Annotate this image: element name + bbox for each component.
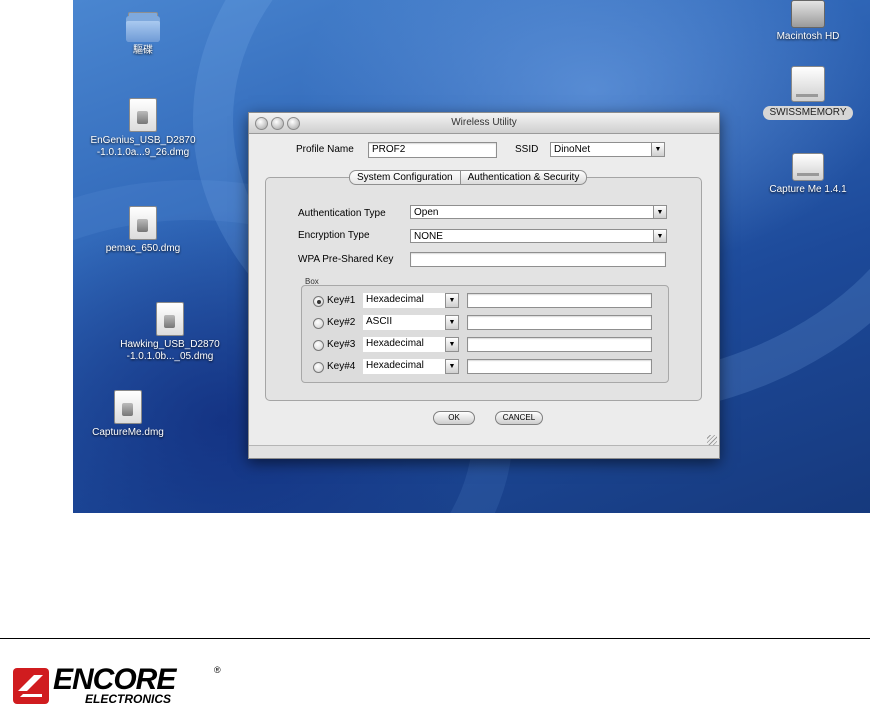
desktop-icon-label: Capture Me 1.4.1: [769, 184, 847, 195]
chevron-down-icon: ▼: [445, 293, 459, 308]
removable-drive-icon: [791, 66, 825, 102]
wpa-key-input[interactable]: [410, 252, 666, 267]
desktop-icon-label: 驅碟: [133, 45, 153, 56]
desktop-icon-hawking-dmg[interactable]: Hawking_USB_D2870 -1.0.1.0b..._05.dmg: [105, 302, 235, 363]
ssid-label: SSID: [515, 144, 539, 155]
ssid-select[interactable]: DinoNet ▼: [550, 142, 665, 157]
desktop-icon-swissmemory[interactable]: SWISSMEMORY: [753, 66, 863, 120]
encore-logo-mark-icon: [13, 668, 49, 704]
disk-image-icon: [129, 98, 157, 132]
encore-logo: ENCORE ® ELECTRONICS: [12, 665, 222, 709]
encore-logo-subtitle: ELECTRONICS: [85, 692, 172, 706]
desktop-icon-engenius-dmg[interactable]: EnGenius_USB_D2870 -1.0.1.0a...9_26.dmg: [78, 98, 208, 159]
key1-format-value: Hexadecimal: [366, 294, 424, 305]
auth-type-value: Open: [414, 207, 439, 218]
key4-input[interactable]: [467, 359, 652, 374]
key2-input[interactable]: [467, 315, 652, 330]
disk-image-icon: [129, 206, 157, 240]
key3-label: Key#3: [327, 339, 356, 350]
chevron-down-icon: ▼: [445, 359, 459, 374]
desktop-icon-macintosh-hd[interactable]: Macintosh HD: [763, 0, 853, 43]
tab-system-configuration[interactable]: System Configuration: [349, 170, 461, 185]
chevron-down-icon: ▼: [653, 206, 666, 218]
desktop-icon-label: SWISSMEMORY: [763, 106, 853, 120]
profile-name-input[interactable]: PROF2: [368, 142, 497, 158]
key1-format-select[interactable]: Hexadecimal ▼: [363, 293, 459, 308]
registered-mark: ®: [214, 665, 221, 675]
ok-button[interactable]: OK: [433, 411, 475, 425]
window-titlebar[interactable]: Wireless Utility: [249, 113, 719, 134]
encore-logo-wordmark: ENCORE: [53, 663, 176, 696]
key2-format-select[interactable]: ASCII ▼: [363, 315, 459, 330]
desktop-icon-captureme-dmg[interactable]: CaptureMe.dmg: [78, 390, 178, 439]
key4-radio[interactable]: [313, 362, 324, 373]
wpa-key-label: WPA Pre-Shared Key: [298, 254, 394, 265]
desktop-icon-label: pemac_650.dmg: [105, 243, 181, 254]
hard-drive-icon: [791, 0, 825, 28]
key2-radio[interactable]: [313, 318, 324, 329]
desktop-icon-pemac-dmg[interactable]: pemac_650.dmg: [93, 206, 193, 255]
tab-bar: System Configuration Authentication & Se…: [349, 170, 588, 185]
desktop-icon-folder[interactable]: 驅碟: [113, 12, 173, 57]
desktop-icon-label: Hawking_USB_D2870 -1.0.1.0b..._05.dmg: [120, 339, 220, 362]
key3-radio[interactable]: [313, 340, 324, 351]
encryption-type-select[interactable]: NONE ▼: [410, 229, 667, 243]
folder-icon: [126, 12, 160, 42]
desktop-icon-capture-me[interactable]: Capture Me 1.4.1: [753, 153, 863, 196]
auth-type-label: Authentication Type: [298, 208, 386, 219]
resize-grip-icon[interactable]: [707, 435, 717, 445]
tab-authentication-security[interactable]: Authentication & Security: [460, 170, 588, 185]
key3-format-select[interactable]: Hexadecimal ▼: [363, 337, 459, 352]
cancel-button[interactable]: CANCEL: [495, 411, 543, 425]
key4-format-value: Hexadecimal: [366, 360, 424, 371]
key2-label: Key#2: [327, 317, 356, 328]
chevron-down-icon: ▼: [445, 337, 459, 352]
key3-format-value: Hexadecimal: [366, 338, 424, 349]
desktop-icon-label: Macintosh HD: [776, 31, 840, 42]
disk-image-icon: [114, 390, 142, 424]
key4-format-select[interactable]: Hexadecimal ▼: [363, 359, 459, 374]
profile-name-label: Profile Name: [296, 144, 354, 155]
wireless-utility-window: Wireless Utility Profile Name PROF2 SSID…: [248, 112, 720, 459]
encryption-type-value: NONE: [414, 231, 443, 242]
disk-image-icon: [156, 302, 184, 336]
desktop-icon-label: CaptureMe.dmg: [92, 427, 164, 438]
key1-radio[interactable]: [313, 296, 324, 307]
desktop-icon-label: EnGenius_USB_D2870 -1.0.1.0a...9_26.dmg: [90, 135, 196, 158]
ssid-value: DinoNet: [554, 144, 591, 155]
window-status-bar: [249, 445, 719, 458]
auth-type-select[interactable]: Open ▼: [410, 205, 667, 219]
key3-input[interactable]: [467, 337, 652, 352]
key1-label: Key#1: [327, 295, 356, 306]
encryption-type-label: Encryption Type: [298, 230, 370, 241]
window-title: Wireless Utility: [451, 117, 517, 128]
key4-label: Key#4: [327, 361, 356, 372]
drive-icon: [792, 153, 824, 181]
chevron-down-icon: ▼: [653, 230, 666, 242]
key1-input[interactable]: [467, 293, 652, 308]
chevron-down-icon: ▼: [651, 143, 664, 156]
key2-format-value: ASCII: [366, 316, 393, 327]
footer-divider: [0, 638, 870, 639]
chevron-down-icon: ▼: [445, 315, 459, 330]
